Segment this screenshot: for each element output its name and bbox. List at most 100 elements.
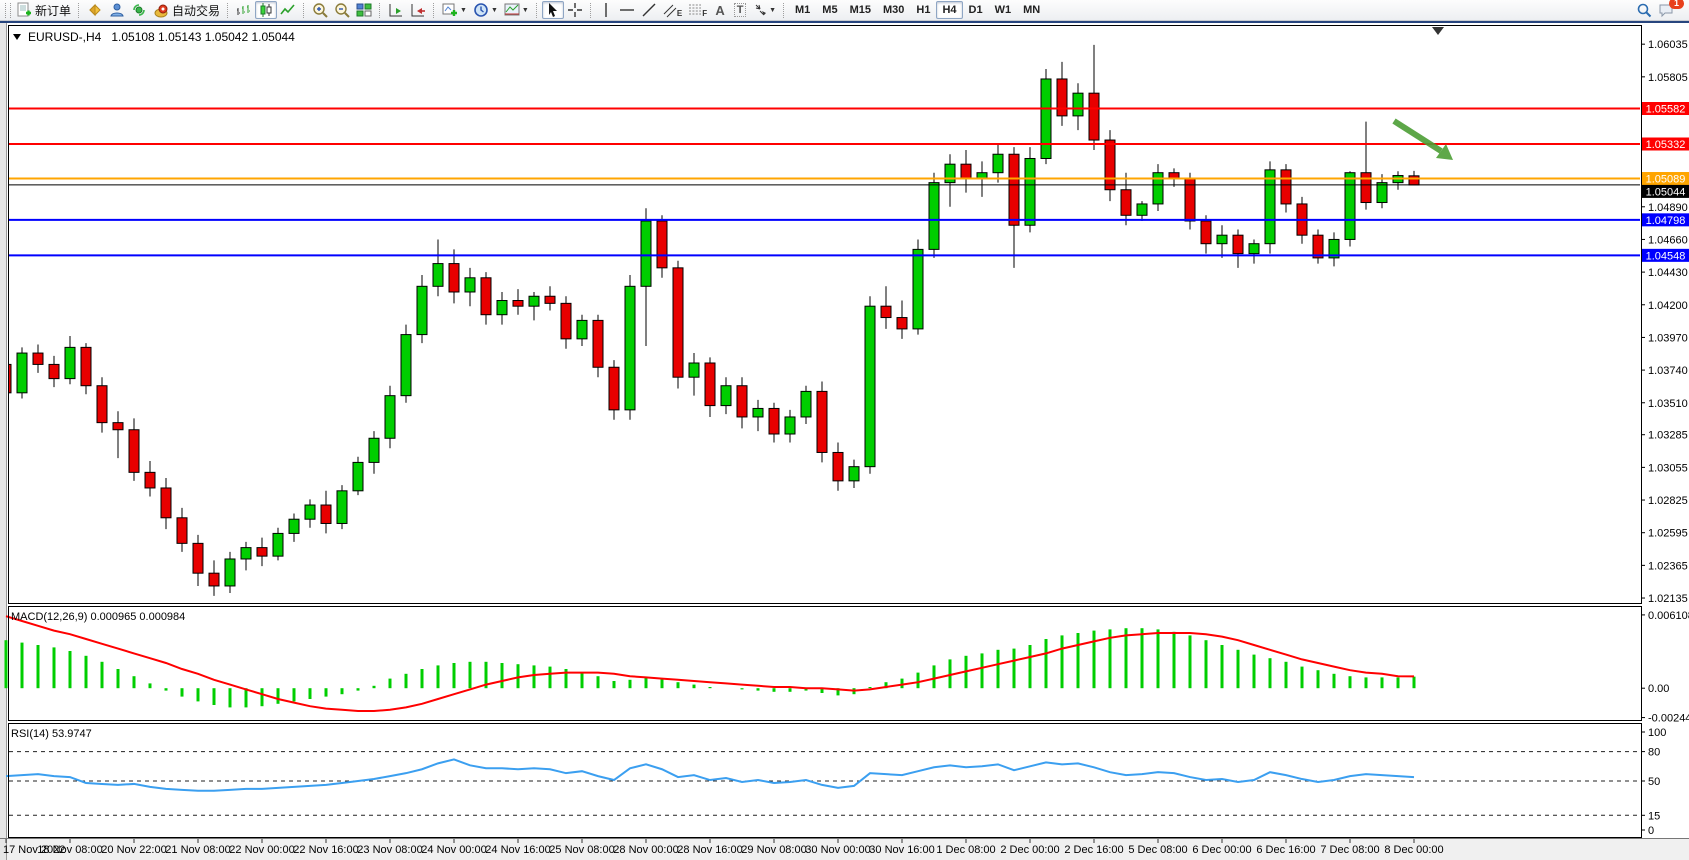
svg-text:1.02595: 1.02595 bbox=[1648, 528, 1688, 540]
chart-dropdown-icon[interactable] bbox=[13, 34, 21, 40]
svg-text:1.06035: 1.06035 bbox=[1648, 39, 1688, 51]
chart-shift-icon bbox=[410, 2, 426, 18]
template-icon bbox=[504, 2, 520, 18]
channel-sub-glyph: E bbox=[677, 9, 682, 18]
bar-chart-button[interactable] bbox=[233, 1, 255, 19]
zoom-out-icon bbox=[334, 2, 350, 18]
arrows-tool-button[interactable]: ▼ bbox=[750, 1, 779, 19]
svg-text:20 Nov 22:00: 20 Nov 22:00 bbox=[101, 844, 166, 856]
svg-text:24 Nov 16:00: 24 Nov 16:00 bbox=[485, 844, 550, 856]
toolbar-grip[interactable] bbox=[5, 3, 11, 18]
tile-windows-icon bbox=[356, 2, 372, 18]
macd-indicator-label: MACD(12,26,9) 0.000965 0.000984 bbox=[11, 611, 185, 623]
svg-text:0: 0 bbox=[1648, 825, 1654, 837]
channel-tool-button[interactable]: E bbox=[660, 1, 685, 19]
svg-text:1.04660: 1.04660 bbox=[1648, 234, 1688, 246]
chart-canvas[interactable]: 1.060351.058051.048901.046601.044301.042… bbox=[0, 23, 1689, 860]
cursor-tool-button[interactable] bbox=[542, 1, 564, 19]
notifications-button[interactable]: 1 bbox=[1655, 1, 1678, 19]
svg-text:1.03740: 1.03740 bbox=[1648, 365, 1688, 377]
svg-text:1.04200: 1.04200 bbox=[1648, 300, 1688, 312]
candlestick-chart-button[interactable] bbox=[255, 1, 277, 19]
timeframe-button-M1[interactable]: M1 bbox=[789, 1, 816, 19]
zoom-out-button[interactable] bbox=[331, 1, 353, 19]
arrows-dropdown-icon: ▼ bbox=[769, 7, 776, 14]
crosshair-tool-button[interactable] bbox=[564, 1, 586, 19]
timeframe-button-M15[interactable]: M15 bbox=[844, 1, 877, 19]
fibonacci-tool-button[interactable]: F bbox=[685, 1, 710, 19]
svg-text:1.02135: 1.02135 bbox=[1648, 593, 1688, 605]
chart-shift-button[interactable] bbox=[407, 1, 429, 19]
svg-text:80: 80 bbox=[1648, 747, 1660, 759]
auto-scroll-icon bbox=[388, 2, 404, 18]
zoom-in-button[interactable] bbox=[309, 1, 331, 19]
navigator-icon bbox=[131, 2, 147, 18]
svg-text:5 Dec 08:00: 5 Dec 08:00 bbox=[1128, 844, 1187, 856]
timeframe-button-H4[interactable]: H4 bbox=[936, 1, 962, 19]
horizontal-line-tool-button[interactable] bbox=[616, 1, 638, 19]
svg-text:1 Dec 08:00: 1 Dec 08:00 bbox=[936, 844, 995, 856]
profiles-button[interactable]: ▼ bbox=[470, 1, 501, 19]
svg-text:28 Nov 16:00: 28 Nov 16:00 bbox=[677, 844, 742, 856]
svg-text:30 Nov 16:00: 30 Nov 16:00 bbox=[869, 844, 934, 856]
svg-text:28 Nov 00:00: 28 Nov 00:00 bbox=[613, 844, 678, 856]
svg-text:1.03285: 1.03285 bbox=[1648, 430, 1688, 442]
auto-trading-label: 自动交易 bbox=[172, 2, 220, 19]
left-gutter bbox=[0, 23, 6, 860]
timeframe-button-D1[interactable]: D1 bbox=[963, 1, 989, 19]
text-label-tool-button[interactable]: T bbox=[730, 1, 750, 19]
navigator-button[interactable] bbox=[128, 1, 150, 19]
svg-text:25 Nov 08:00: 25 Nov 08:00 bbox=[549, 844, 614, 856]
timeframe-button-H1[interactable]: H1 bbox=[910, 1, 936, 19]
timeframe-button-M30[interactable]: M30 bbox=[877, 1, 910, 19]
data-window-button[interactable] bbox=[106, 1, 128, 19]
data-window-icon bbox=[109, 2, 125, 18]
new-order-label: 新订单 bbox=[35, 2, 71, 19]
new-chart-button[interactable]: ▼ bbox=[439, 1, 470, 19]
trendline-tool-button[interactable] bbox=[638, 1, 660, 19]
line-chart-button[interactable] bbox=[277, 1, 299, 19]
svg-text:18 Nov 08:00: 18 Nov 08:00 bbox=[37, 844, 102, 856]
timeframe-button-MN[interactable]: MN bbox=[1017, 1, 1046, 19]
svg-text:23 Nov 08:00: 23 Nov 08:00 bbox=[357, 844, 422, 856]
template-button[interactable]: ▼ bbox=[501, 1, 532, 19]
text-tool-button[interactable]: A bbox=[710, 1, 730, 19]
svg-text:8 Dec 00:00: 8 Dec 00:00 bbox=[1384, 844, 1443, 856]
svg-text:21 Nov 08:00: 21 Nov 08:00 bbox=[165, 844, 230, 856]
profiles-icon bbox=[473, 2, 489, 18]
svg-text:1.02825: 1.02825 bbox=[1648, 495, 1688, 507]
vertical-line-tool-button[interactable] bbox=[596, 1, 616, 19]
svg-text:6 Dec 00:00: 6 Dec 00:00 bbox=[1192, 844, 1251, 856]
svg-text:15: 15 bbox=[1648, 810, 1660, 822]
timeframe-button-W1[interactable]: W1 bbox=[989, 1, 1018, 19]
vertical-line-icon bbox=[599, 2, 613, 18]
svg-text:1.04548: 1.04548 bbox=[1646, 250, 1686, 262]
svg-text:1.03055: 1.03055 bbox=[1648, 462, 1688, 474]
timeframe-buttons: M1M5M15M30H1H4D1W1MN bbox=[789, 1, 1046, 19]
svg-text:1.05089: 1.05089 bbox=[1646, 174, 1686, 186]
tile-windows-button[interactable] bbox=[353, 1, 375, 19]
svg-text:24 Nov 00:00: 24 Nov 00:00 bbox=[421, 844, 486, 856]
chart-window: 1.060351.058051.048901.046601.044301.042… bbox=[0, 21, 1689, 860]
chart-title-bar: EURUSD-,H4 1.05108 1.05143 1.05042 1.050… bbox=[13, 30, 295, 44]
svg-text:22 Nov 16:00: 22 Nov 16:00 bbox=[293, 844, 358, 856]
svg-text:30 Nov 00:00: 30 Nov 00:00 bbox=[805, 844, 870, 856]
svg-text:1.05805: 1.05805 bbox=[1648, 72, 1688, 84]
profiles-dropdown-icon: ▼ bbox=[491, 7, 498, 14]
auto-trading-button[interactable]: 自动交易 bbox=[150, 1, 223, 19]
svg-text:7 Dec 08:00: 7 Dec 08:00 bbox=[1320, 844, 1379, 856]
svg-text:1.04890: 1.04890 bbox=[1648, 202, 1688, 214]
chart-ohlc-values: 1.05108 1.05143 1.05042 1.05044 bbox=[111, 30, 295, 44]
search-button[interactable] bbox=[1633, 1, 1655, 19]
new-chart-dropdown-icon: ▼ bbox=[460, 7, 467, 14]
rsi-indicator-label: RSI(14) 53.9747 bbox=[11, 728, 92, 740]
new-order-button[interactable]: 新订单 bbox=[13, 1, 74, 19]
svg-text:6 Dec 16:00: 6 Dec 16:00 bbox=[1256, 844, 1315, 856]
auto-scroll-button[interactable] bbox=[385, 1, 407, 19]
fibonacci-icon bbox=[688, 2, 702, 18]
timeframe-button-M5[interactable]: M5 bbox=[816, 1, 843, 19]
market-watch-button[interactable] bbox=[84, 1, 106, 19]
cursor-icon bbox=[545, 2, 561, 18]
market-watch-icon bbox=[87, 2, 103, 18]
svg-text:1.03970: 1.03970 bbox=[1648, 332, 1688, 344]
